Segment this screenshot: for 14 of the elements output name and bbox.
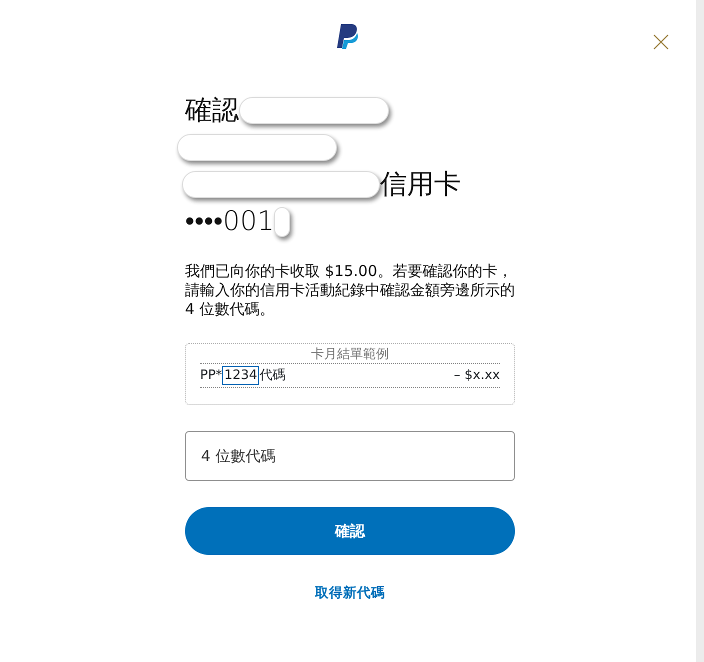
- heading-text: 確認: [185, 94, 239, 128]
- message-text: 我們已向你的卡收取 $15.00。若要確認你的卡，請輸入你的信用卡活動紀錄中確認金額旁邊所示的 4 位數代碼。: [185, 262, 515, 319]
- code-input-field[interactable]: 4 位數代碼: [185, 431, 515, 481]
- statement-label: 代碼: [259, 367, 286, 384]
- new-code-link[interactable]: 取得新代碼: [185, 583, 515, 604]
- confirm-button[interactable]: 確認: [185, 507, 515, 555]
- example-title: 卡月結單範例: [200, 346, 500, 364]
- redaction-mark: [274, 206, 290, 236]
- statement-prefix: PP*: [200, 367, 222, 384]
- statement-amount: – $x.xx: [454, 367, 500, 384]
- logo-icon: [335, 22, 361, 50]
- code-highlight: 1234: [222, 366, 260, 385]
- heading-text: ••••001: [185, 205, 274, 239]
- heading-text: 信用卡: [380, 168, 461, 202]
